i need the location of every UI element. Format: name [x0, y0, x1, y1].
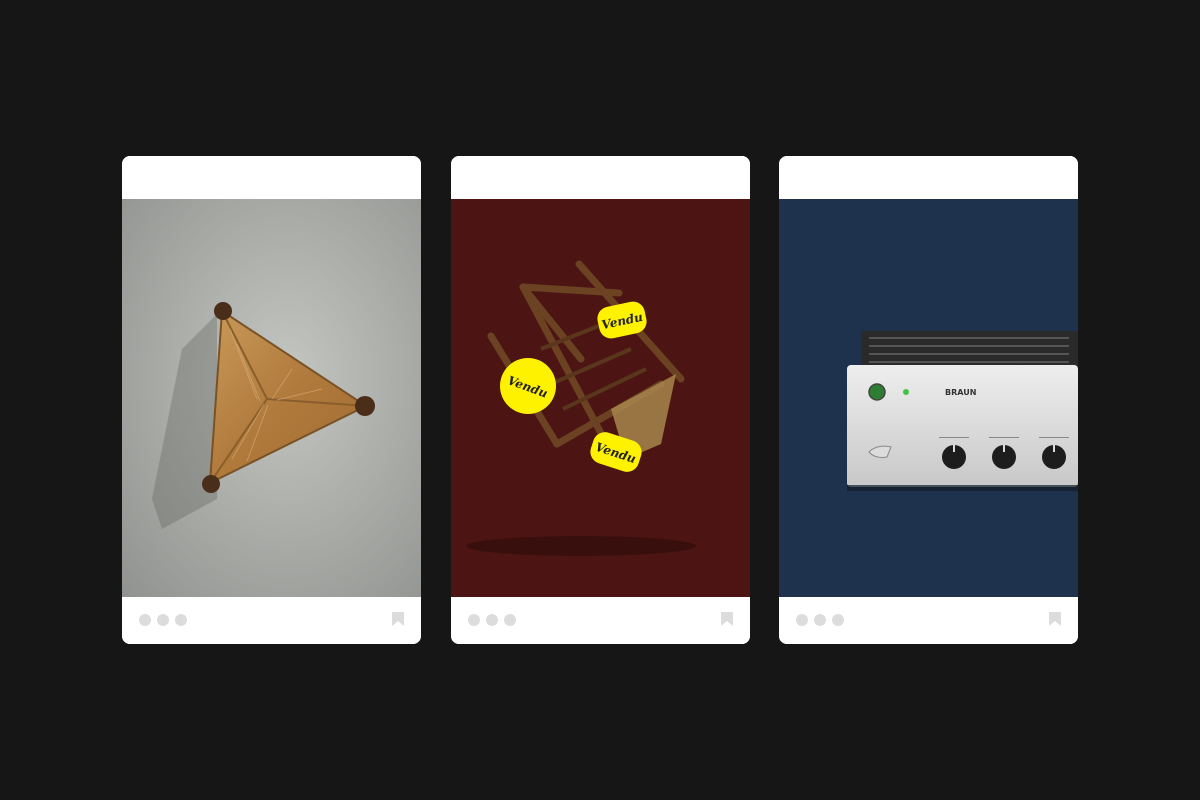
post-card-chair[interactable]: Vendu Vendu Vendu	[451, 156, 750, 644]
amplifier-photo[interactable]: BRAUN	[779, 199, 1078, 597]
card-header	[779, 156, 1078, 199]
post-card-amplifier[interactable]: BRAUN	[779, 156, 1078, 644]
brand-text: BRAUN	[945, 388, 976, 397]
three-dots-icon[interactable]	[796, 614, 844, 626]
three-dots-icon[interactable]	[468, 614, 516, 626]
card-footer	[779, 597, 1078, 644]
card-header	[451, 156, 750, 199]
post-card-stool[interactable]	[122, 156, 421, 644]
card-header	[122, 156, 421, 199]
three-dots-icon[interactable]	[139, 614, 187, 626]
bookmark-icon[interactable]	[392, 612, 404, 631]
card-footer	[122, 597, 421, 644]
card-footer	[451, 597, 750, 644]
bookmark-icon[interactable]	[1049, 612, 1061, 631]
bookmark-icon[interactable]	[721, 612, 733, 631]
stool-photo[interactable]	[122, 199, 421, 597]
chair-photo[interactable]: Vendu Vendu Vendu	[451, 199, 750, 597]
sold-sticker-circle: Vendu	[500, 358, 556, 414]
